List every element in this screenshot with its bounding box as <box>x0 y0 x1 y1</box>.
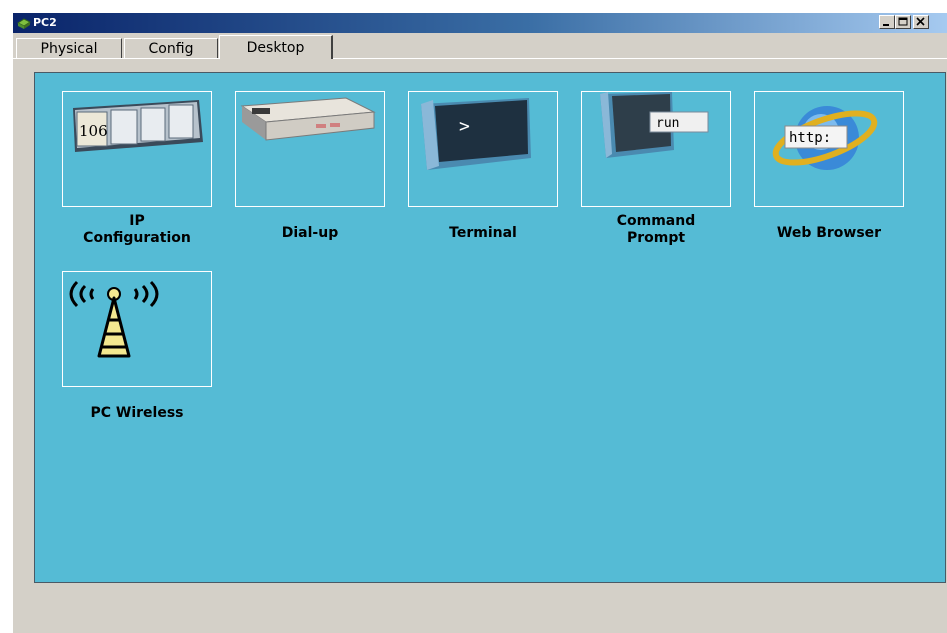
dial-up-modem-icon <box>235 91 385 207</box>
app-command-prompt[interactable]: run Command Prompt <box>581 91 731 247</box>
app-label: Command Prompt <box>616 213 696 246</box>
svg-text:106: 106 <box>79 122 108 140</box>
command-prompt-icon: run <box>581 91 731 207</box>
tab-divider <box>13 58 947 59</box>
ip-configuration-icon: 106 <box>62 91 212 207</box>
tab-bar: Physical Config Desktop <box>16 35 946 59</box>
minimize-button[interactable] <box>879 15 895 29</box>
tab-desktop[interactable]: Desktop <box>219 35 333 59</box>
app-dial-up[interactable]: Dial-up <box>235 91 385 242</box>
maximize-button[interactable] <box>895 15 911 29</box>
svg-text:run: run <box>656 116 679 131</box>
app-terminal[interactable]: > Terminal <box>408 91 558 242</box>
app-label: IP Configuration <box>83 213 191 246</box>
app-label: Dial-up <box>281 225 339 241</box>
terminal-icon: > <box>408 91 558 207</box>
pc2-window: PC2 Physical Config Desktop 106 IP Confi… <box>12 12 947 633</box>
app-label: PC Wireless <box>90 405 184 421</box>
app-web-browser[interactable]: http: Web Browser <box>754 91 904 242</box>
app-ip-configuration[interactable]: 106 IP Configuration <box>62 91 212 247</box>
svg-text:>: > <box>459 116 470 137</box>
app-label: Terminal <box>449 225 517 241</box>
desktop-panel: 106 IP Configuration Dial-up > Terminal … <box>34 72 946 583</box>
web-browser-icon: http: <box>754 91 904 207</box>
tab-config[interactable]: Config <box>124 38 218 58</box>
pc-device-icon <box>16 15 32 31</box>
app-pc-wireless[interactable]: PC Wireless <box>62 271 212 422</box>
svg-text:http:: http: <box>789 130 831 146</box>
close-button[interactable] <box>913 15 929 29</box>
tab-physical[interactable]: Physical <box>16 38 122 58</box>
window-title: PC2 <box>33 16 57 29</box>
title-bar[interactable]: PC2 <box>13 13 947 33</box>
app-label: Web Browser <box>776 225 882 241</box>
wireless-tower-icon <box>62 271 212 387</box>
